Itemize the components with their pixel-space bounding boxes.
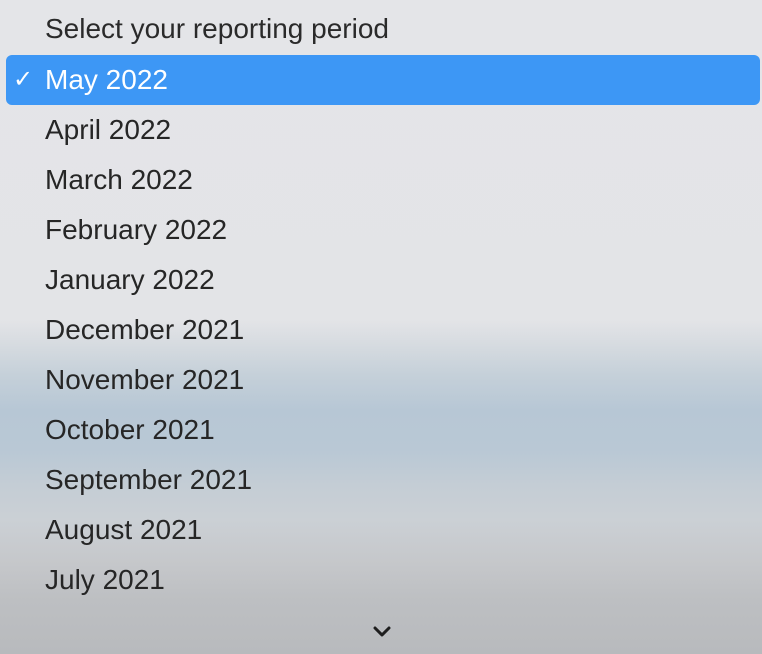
option-label: November 2021	[45, 364, 245, 395]
option-april-2022[interactable]: April 2022	[0, 105, 762, 155]
option-label: July 2021	[45, 564, 165, 595]
option-august-2021[interactable]: August 2021	[0, 505, 762, 555]
chevron-down-icon[interactable]	[371, 622, 393, 642]
reporting-period-dropdown-menu: Select your reporting period ✓ May 2022 …	[0, 0, 762, 654]
menu-header: Select your reporting period	[45, 13, 389, 44]
option-october-2021[interactable]: October 2021	[0, 405, 762, 455]
option-label: December 2021	[45, 314, 245, 345]
option-may-2022[interactable]: ✓ May 2022	[6, 55, 760, 105]
option-march-2022[interactable]: March 2022	[0, 155, 762, 205]
option-label: April 2022	[45, 114, 172, 145]
option-december-2021[interactable]: December 2021	[0, 305, 762, 355]
option-july-2021[interactable]: July 2021	[0, 555, 762, 605]
option-january-2022[interactable]: January 2022	[0, 255, 762, 305]
checkmark-icon: ✓	[13, 66, 34, 93]
option-label: March 2022	[45, 164, 193, 195]
option-label: October 2021	[45, 414, 215, 445]
option-label: September 2021	[45, 464, 253, 495]
option-february-2022[interactable]: February 2022	[0, 205, 762, 255]
option-november-2021[interactable]: November 2021	[0, 355, 762, 405]
option-september-2021[interactable]: September 2021	[0, 455, 762, 505]
option-label: February 2022	[45, 214, 228, 245]
options-list: ✓ May 2022 April 2022 March 2022 Februar…	[0, 55, 762, 605]
option-label: January 2022	[45, 264, 215, 295]
option-label: August 2021	[45, 514, 203, 545]
option-label: May 2022	[45, 64, 168, 95]
